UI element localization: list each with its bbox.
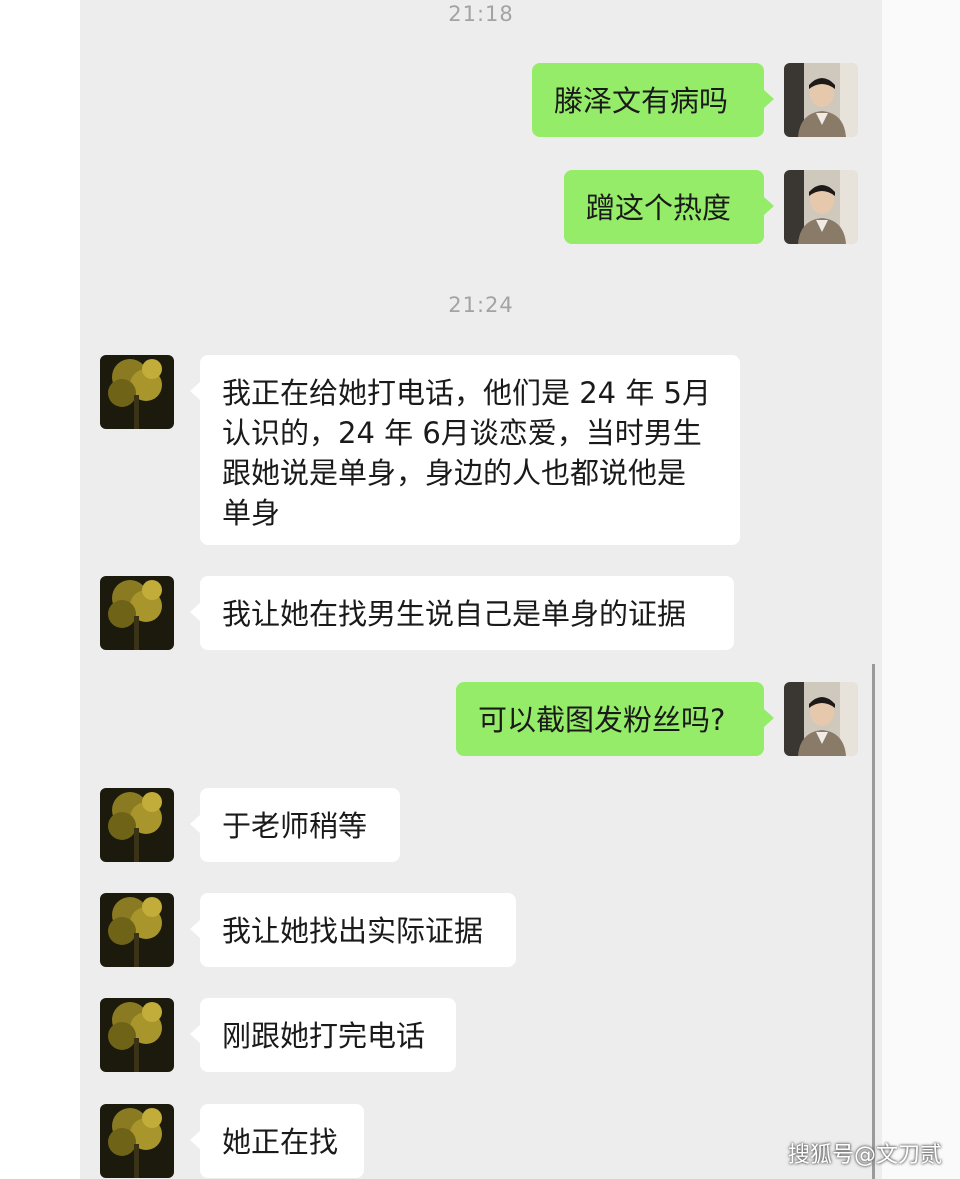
avatar-self[interactable] xyxy=(784,682,858,756)
message-bubble-incoming[interactable]: 她正在找 xyxy=(190,1104,364,1178)
message-text: 蹭这个热度 xyxy=(586,191,732,225)
night-tree-avatar-icon xyxy=(100,576,174,650)
message-bubble-outgoing[interactable]: 蹭这个热度 xyxy=(564,170,774,244)
avatar-self[interactable] xyxy=(784,170,858,244)
night-tree-avatar-icon xyxy=(100,788,174,862)
man-portrait-avatar-icon xyxy=(784,63,858,137)
night-tree-avatar-icon xyxy=(100,893,174,967)
avatar-contact[interactable] xyxy=(100,1104,174,1178)
message-bubble-incoming[interactable]: 于老师稍等 xyxy=(190,788,400,862)
avatar-contact[interactable] xyxy=(100,355,174,429)
message-bubble-incoming[interactable]: 我正在给她打电话，他们是 24 年 5月 认识的，24 年 6月谈恋爱，当时男生… xyxy=(190,355,740,545)
avatar-contact[interactable] xyxy=(100,893,174,967)
night-tree-avatar-icon xyxy=(100,355,174,429)
timestamp: 21:24 xyxy=(448,293,514,317)
avatar-self[interactable] xyxy=(784,63,858,137)
message-bubble-incoming[interactable]: 刚跟她打完电话 xyxy=(190,998,456,1072)
message-text: 刚跟她打完电话 xyxy=(222,1019,426,1053)
message-text: 她正在找 xyxy=(222,1125,339,1159)
timestamp: 21:18 xyxy=(448,2,514,26)
night-tree-avatar-icon xyxy=(100,1104,174,1178)
chat-window[interactable]: 21:18 滕泽文有病吗 蹭这个热度 21:24 我正在给她打电话，他们是 24… xyxy=(80,0,882,1179)
night-tree-avatar-icon xyxy=(100,998,174,1072)
message-bubble-incoming[interactable]: 我让她在找男生说自己是单身的证据 xyxy=(190,576,734,650)
scrollbar[interactable] xyxy=(872,664,875,1179)
message-line: 跟她说是单身，身边的人也都说他是 xyxy=(222,456,687,490)
message-text: 于老师稍等 xyxy=(222,809,368,843)
message-text: 我让她找出实际证据 xyxy=(222,914,484,948)
message-line: 认识的，24 年 6月谈恋爱，当时男生 xyxy=(222,416,702,450)
man-portrait-avatar-icon xyxy=(784,682,858,756)
message-text: 我让她在找男生说自己是单身的证据 xyxy=(222,597,687,631)
message-line: 单身 xyxy=(222,496,281,530)
message-bubble-incoming[interactable]: 我让她找出实际证据 xyxy=(190,893,516,967)
avatar-contact[interactable] xyxy=(100,998,174,1072)
message-text: 滕泽文有病吗 xyxy=(554,84,729,118)
man-portrait-avatar-icon xyxy=(784,170,858,244)
message-bubble-outgoing[interactable]: 可以截图发粉丝吗? xyxy=(456,682,774,756)
avatar-contact[interactable] xyxy=(100,576,174,650)
message-text: 可以截图发粉丝吗? xyxy=(478,703,726,737)
watermark: 搜狐号@文刀贰 xyxy=(787,1143,942,1168)
page-margin xyxy=(882,0,960,1179)
message-line: 我正在给她打电话，他们是 24 年 5月 xyxy=(222,376,712,410)
avatar-contact[interactable] xyxy=(100,788,174,862)
message-bubble-outgoing[interactable]: 滕泽文有病吗 xyxy=(532,63,774,137)
